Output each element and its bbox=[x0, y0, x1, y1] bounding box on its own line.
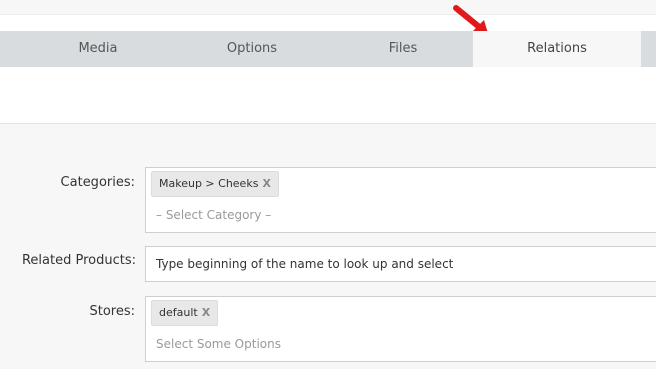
product-edit-page: Media Options Files Relations Categories… bbox=[0, 0, 656, 369]
category-search-input[interactable]: – Select Category – bbox=[156, 208, 271, 222]
store-search-input[interactable]: Select Some Options bbox=[156, 337, 281, 351]
store-chip-label: default bbox=[159, 306, 198, 319]
relations-panel: Categories: Makeup > Cheeks X – Select Ca… bbox=[0, 123, 656, 369]
tab-relations[interactable]: Relations bbox=[473, 31, 641, 67]
stores-label: Stores: bbox=[89, 304, 135, 319]
category-chip-label: Makeup > Cheeks bbox=[159, 177, 259, 190]
tab-bar: Media Options Files Relations bbox=[0, 31, 656, 67]
categories-select[interactable]: Makeup > Cheeks X – Select Category – bbox=[145, 167, 656, 233]
related-products-input[interactable]: Type beginning of the name to look up an… bbox=[145, 246, 656, 282]
top-strip bbox=[0, 0, 656, 15]
remove-store-icon[interactable]: X bbox=[202, 306, 210, 319]
related-products-hint: Type beginning of the name to look up an… bbox=[156, 257, 454, 271]
categories-label: Categories: bbox=[60, 175, 135, 190]
category-chip: Makeup > Cheeks X bbox=[151, 171, 279, 197]
store-chip: default X bbox=[151, 300, 219, 326]
tab-files[interactable]: Files bbox=[330, 31, 476, 67]
tab-content: Categories: Makeup > Cheeks X – Select Ca… bbox=[0, 67, 656, 369]
stores-select[interactable]: default X Select Some Options bbox=[145, 296, 656, 362]
tab-options[interactable]: Options bbox=[156, 31, 348, 67]
remove-category-icon[interactable]: X bbox=[262, 177, 270, 190]
related-products-label: Related Products: bbox=[21, 253, 136, 268]
